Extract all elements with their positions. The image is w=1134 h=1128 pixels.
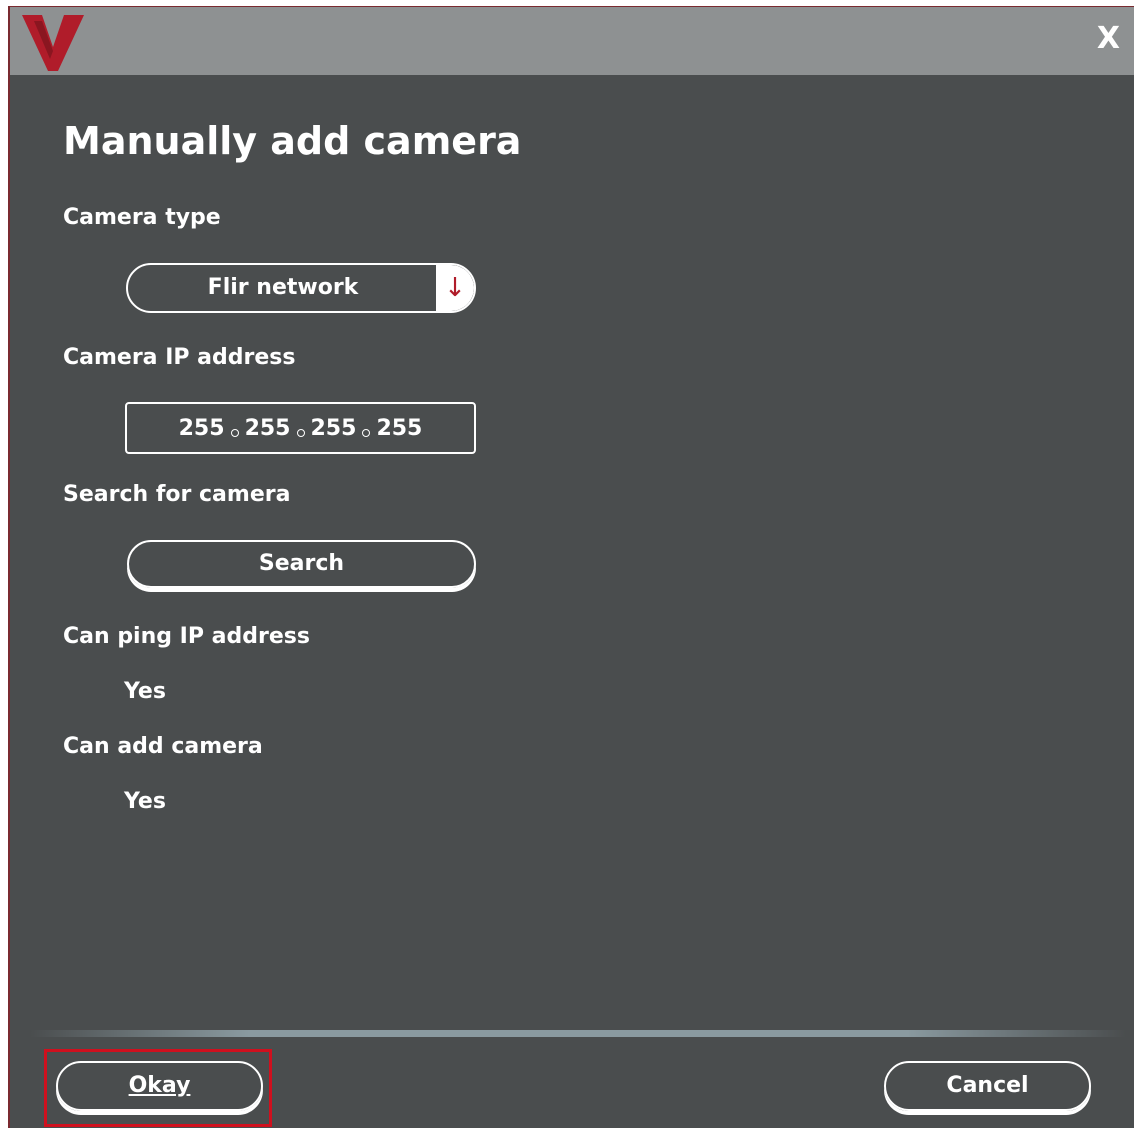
can-add-label: Can add camera — [63, 734, 263, 759]
can-add-value: Yes — [124, 789, 166, 814]
ip-octet-3[interactable]: 255 — [311, 416, 357, 441]
close-icon[interactable]: X — [1097, 21, 1120, 56]
ip-octet-1[interactable]: 255 — [179, 416, 225, 441]
cancel-button[interactable]: Cancel — [884, 1061, 1091, 1111]
search-camera-label: Search for camera — [63, 482, 291, 507]
ip-separator-dot — [296, 429, 305, 437]
ip-octet-2[interactable]: 255 — [245, 416, 291, 441]
okay-button[interactable]: Okay — [56, 1061, 263, 1111]
camera-type-label: Camera type — [63, 205, 221, 230]
v-logo-icon — [22, 15, 84, 71]
ping-value: Yes — [124, 679, 166, 704]
title-bar: X — [10, 7, 1134, 75]
camera-type-selected: Flir network — [207, 275, 359, 300]
footer-divider — [30, 1030, 1126, 1037]
camera-type-dropdown[interactable]: Flir network ↓ — [126, 263, 476, 313]
camera-ip-label: Camera IP address — [63, 345, 296, 370]
ip-separator-dot — [362, 429, 371, 437]
ip-address-field[interactable]: 255 255 255 255 — [125, 402, 476, 454]
ping-label: Can ping IP address — [63, 624, 310, 649]
ip-octet-4[interactable]: 255 — [376, 416, 422, 441]
dialog-window: X Manually add camera Camera type Flir n… — [8, 6, 1134, 1128]
page-title: Manually add camera — [63, 119, 522, 163]
search-button[interactable]: Search — [127, 540, 476, 588]
ip-separator-dot — [230, 429, 239, 437]
arrow-down-icon[interactable]: ↓ — [436, 265, 474, 311]
